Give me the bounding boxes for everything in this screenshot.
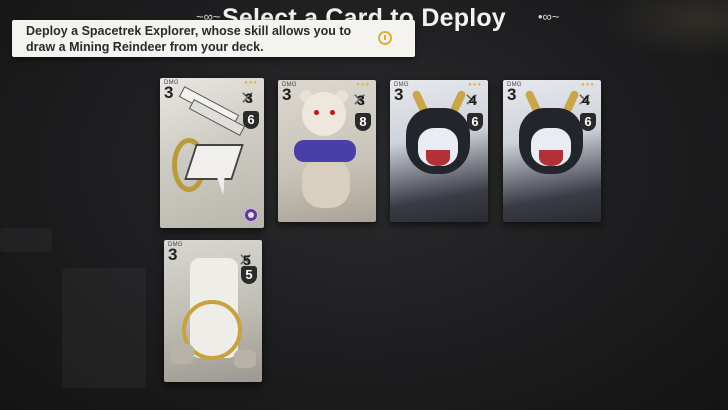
deploy-card[interactable]: DMG 3 ✕ 5 5 <box>164 240 262 382</box>
mech-body-shape <box>184 144 244 180</box>
health-stat: 5 <box>241 266 257 284</box>
attack-stat: ✕ 4 <box>577 90 597 110</box>
hint-banner: Deploy a Spacetrek Explorer, whose skill… <box>12 20 415 57</box>
dmg-value: 3 <box>394 85 404 104</box>
attack-stat: ✕ 3 <box>240 88 260 108</box>
deploy-card[interactable]: DMG 3 ●●● ✕ 4 6 <box>503 80 601 222</box>
health-stat: 6 <box>243 111 259 129</box>
health-value: 6 <box>584 114 592 129</box>
dmg-value: 3 <box>507 85 517 104</box>
deploy-card-spacetrek-explorer[interactable]: DMG 3 ●●● ✕ 3 6 <box>160 78 264 228</box>
deploy-card[interactable]: DMG 3 ●●● ✕ 3 8 <box>278 80 376 222</box>
attack-value: 4 <box>582 92 590 108</box>
cost-pips: ●●● <box>356 82 370 88</box>
trait-icon <box>244 208 258 222</box>
bear-scarf-shape <box>294 140 356 162</box>
health-value: 6 <box>471 114 479 129</box>
health-stat: 6 <box>580 113 596 131</box>
attack-value: 3 <box>357 92 365 108</box>
bear-eye-shape <box>330 110 335 115</box>
wolf-mouth-shape <box>539 150 563 166</box>
hint-text: Deploy a Spacetrek Explorer, whose skill… <box>26 24 352 54</box>
cost-pips: ●●● <box>468 82 482 88</box>
attack-value: 4 <box>469 92 477 108</box>
dmg-value: 3 <box>164 83 174 102</box>
wolf-mouth-shape <box>426 150 450 166</box>
attack-value: 3 <box>245 90 253 106</box>
health-stat: 6 <box>467 113 483 131</box>
background-card-ghost <box>0 228 52 252</box>
dmg-value: 3 <box>282 85 292 104</box>
bear-body-shape <box>302 158 350 208</box>
health-value: 5 <box>245 267 253 282</box>
health-value: 8 <box>359 114 367 129</box>
dmg-value: 3 <box>168 245 178 264</box>
bear-head-shape <box>302 92 346 136</box>
health-value: 6 <box>247 112 255 127</box>
deploy-card[interactable]: DMG 3 ●●● ✕ 4 6 <box>390 80 488 222</box>
background-card-ghost <box>62 268 146 388</box>
attack-stat: ✕ 4 <box>464 90 484 110</box>
attack-stat: ✕ 3 <box>352 90 372 110</box>
health-stat: 8 <box>355 113 371 131</box>
cost-pips: ●●● <box>581 82 595 88</box>
clock-icon[interactable] <box>378 31 392 45</box>
cost-pips: ●●● <box>244 80 258 86</box>
rock-shape <box>170 344 194 364</box>
swirl-icon: •∞~ <box>538 9 560 24</box>
rock-shape <box>234 350 256 368</box>
bear-eye-shape <box>314 110 319 115</box>
